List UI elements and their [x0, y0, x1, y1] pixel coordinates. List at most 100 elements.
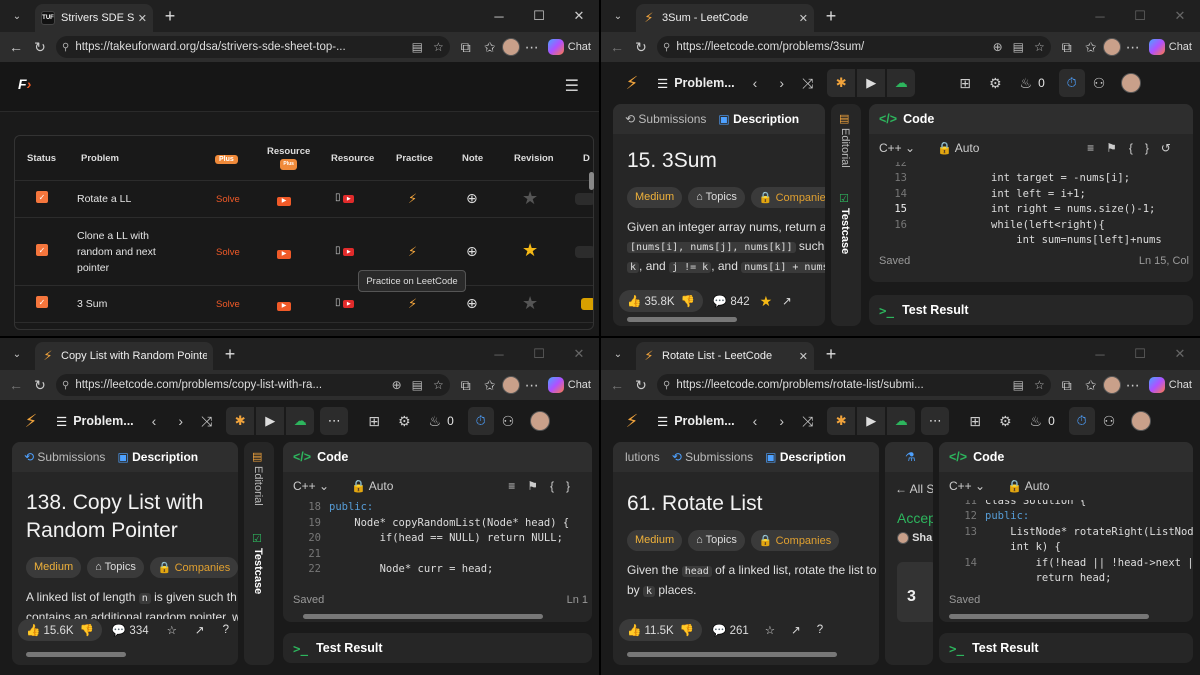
tab-strivers[interactable]: TUF Strivers SDE Sheet ✕ — [35, 4, 153, 32]
new-tab-button[interactable]: + — [219, 344, 241, 365]
debug-button[interactable]: ✱ — [827, 407, 856, 435]
user-avatar[interactable] — [1121, 73, 1142, 93]
maximize-button[interactable]: ☐ — [1120, 346, 1160, 362]
tab-solutions[interactable]: lutions — [625, 450, 660, 464]
status-checkbox[interactable]: ✓ — [36, 296, 48, 308]
tab-close-icon[interactable]: ✕ — [799, 350, 808, 363]
status-checkbox[interactable]: ✓ — [36, 191, 48, 203]
copilot-chat-button[interactable]: Chat — [1148, 377, 1192, 393]
share-icon[interactable]: ↗ — [791, 623, 801, 637]
auto-mode[interactable]: 🔒 Auto — [937, 141, 979, 155]
help-icon[interactable]: ? — [223, 624, 229, 636]
close-window-button[interactable]: ✕ — [1160, 8, 1200, 24]
prev-problem-icon[interactable]: ‹ — [152, 413, 157, 429]
favorite-star-icon[interactable]: ☆ — [433, 378, 444, 392]
problem-name[interactable]: Clone a LL with random and next pointer — [77, 228, 177, 276]
problem-name[interactable]: Rotate a LL — [77, 193, 131, 205]
back-button[interactable]: ← — [4, 377, 28, 393]
leetcode-logo[interactable]: ⚡ — [621, 73, 643, 94]
profile-avatar[interactable] — [501, 38, 520, 56]
auto-mode[interactable]: 🔒 Auto — [1007, 479, 1049, 493]
tab-submissions[interactable]: ⟲ Submissions — [24, 450, 105, 464]
topics-tag[interactable]: ⌂ Topics — [87, 557, 144, 578]
horizontal-scrollbar[interactable] — [627, 652, 837, 657]
more-actions-button[interactable]: ⋯ — [320, 407, 349, 435]
topics-tag[interactable]: ⌂ Topics — [688, 187, 745, 208]
minimize-button[interactable]: ─ — [1080, 347, 1120, 362]
plus-video-icon[interactable]: ▶ — [277, 197, 291, 206]
close-window-button[interactable]: ✕ — [559, 346, 599, 362]
tab-close-icon[interactable]: ✕ — [799, 12, 808, 25]
submit-button[interactable]: ☁ — [286, 407, 315, 435]
more-icon[interactable]: ⋯ — [520, 377, 544, 394]
refresh-button[interactable]: ↻ — [629, 39, 653, 56]
streak-fire-icon[interactable]: ♨ — [429, 413, 442, 430]
problem-list-button[interactable]: ☰ Problem... — [657, 76, 735, 91]
add-friend-icon[interactable]: ⚇ — [1093, 75, 1106, 92]
favorite-star-icon[interactable]: ☆ — [433, 40, 444, 54]
run-button[interactable]: ▶ — [256, 407, 285, 435]
reader-icon[interactable]: ▤ — [412, 378, 423, 392]
test-result-panel[interactable]: >_ Test Result — [869, 295, 1193, 325]
add-note-icon[interactable]: ⊕ — [466, 295, 478, 312]
streak-fire-icon[interactable]: ♨ — [1020, 75, 1033, 92]
topics-tag[interactable]: ⌂ Topics — [688, 530, 745, 551]
companies-tag[interactable]: 🔒 Companies — [750, 530, 840, 551]
add-note-icon[interactable]: ⊕ — [466, 243, 478, 260]
refresh-button[interactable]: ↻ — [28, 377, 52, 394]
extensions-icon[interactable]: ⧉ — [1055, 39, 1079, 56]
youtube-icon[interactable]: ▶ — [343, 300, 355, 308]
article-icon[interactable]: ▯ ▶ — [335, 245, 355, 256]
revision-star-icon[interactable]: ★ — [522, 240, 538, 261]
debug-button[interactable]: ✱ — [827, 69, 856, 97]
leetcode-practice-icon[interactable]: ⚡ — [408, 191, 417, 207]
language-select[interactable]: C++ ⌄ — [949, 479, 985, 493]
like-button[interactable]: 👍 35.8K — [627, 294, 675, 308]
tab-testcase[interactable]: Testcase — [839, 208, 851, 254]
favorites-icon[interactable]: ✩ — [478, 39, 502, 56]
problem-list-button[interactable]: ☰ Problem... — [657, 414, 735, 429]
add-friend-icon[interactable]: ⚇ — [502, 413, 515, 430]
layout-icon[interactable]: ⊞ — [368, 413, 380, 430]
copilot-chat-button[interactable]: Chat — [547, 377, 591, 393]
run-button[interactable]: ▶ — [857, 407, 886, 435]
back-button[interactable]: ← — [4, 39, 28, 55]
revision-star-icon[interactable]: ★ — [522, 293, 538, 314]
next-problem-icon[interactable]: › — [779, 413, 784, 429]
more-actions-button[interactable]: ⋯ — [921, 407, 950, 435]
add-note-icon[interactable]: ⊕ — [466, 190, 478, 207]
revision-star-icon[interactable]: ★ — [522, 188, 538, 209]
favorites-icon[interactable]: ✩ — [1079, 39, 1103, 56]
auto-mode[interactable]: 🔒 Auto — [351, 479, 393, 493]
layout-icon[interactable]: ⊞ — [959, 75, 971, 92]
comments-button[interactable]: 💬 334 — [112, 623, 149, 637]
prev-problem-icon[interactable]: ‹ — [753, 413, 758, 429]
dislike-button[interactable]: 👎 — [681, 294, 695, 308]
minimize-button[interactable]: ─ — [479, 9, 519, 24]
more-icon[interactable]: ⋯ — [520, 39, 544, 56]
timer-icon[interactable]: ⏱ — [1068, 407, 1095, 435]
tab-testcase[interactable]: Testcase — [252, 548, 264, 594]
site-info-icon[interactable]: ⚲ — [62, 42, 69, 53]
tuf-logo[interactable]: F› — [18, 76, 31, 92]
next-problem-icon[interactable]: › — [178, 413, 183, 429]
plus-video-icon[interactable]: ▶ — [277, 302, 291, 311]
tab-actions-menu[interactable]: ⌄ — [5, 5, 29, 27]
status-checkbox[interactable]: ✓ — [36, 244, 48, 256]
user-avatar[interactable] — [1131, 411, 1152, 431]
companies-tag[interactable]: 🔒 Companies — [750, 187, 825, 208]
code-editor[interactable]: 12 13 int target = -nums[i]; 14 int left… — [869, 162, 1193, 252]
copilot-chat-button[interactable]: Chat — [547, 39, 591, 55]
tab-actions-menu[interactable]: ⌄ — [606, 5, 630, 27]
share-icon[interactable]: ↗ — [195, 623, 205, 637]
debug-button[interactable]: ✱ — [226, 407, 255, 435]
youtube-icon[interactable]: ▶ — [343, 195, 355, 203]
tab-actions-menu[interactable]: ⌄ — [5, 343, 29, 365]
new-tab-button[interactable]: + — [820, 6, 842, 27]
close-window-button[interactable]: ✕ — [559, 8, 599, 24]
horizontal-scrollbar[interactable] — [627, 317, 737, 322]
reader-icon[interactable]: ▤ — [1013, 40, 1024, 54]
minimize-button[interactable]: ─ — [1080, 9, 1120, 24]
favorites-icon[interactable]: ✩ — [478, 377, 502, 394]
article-icon[interactable]: ▯ ▶ — [335, 192, 355, 203]
